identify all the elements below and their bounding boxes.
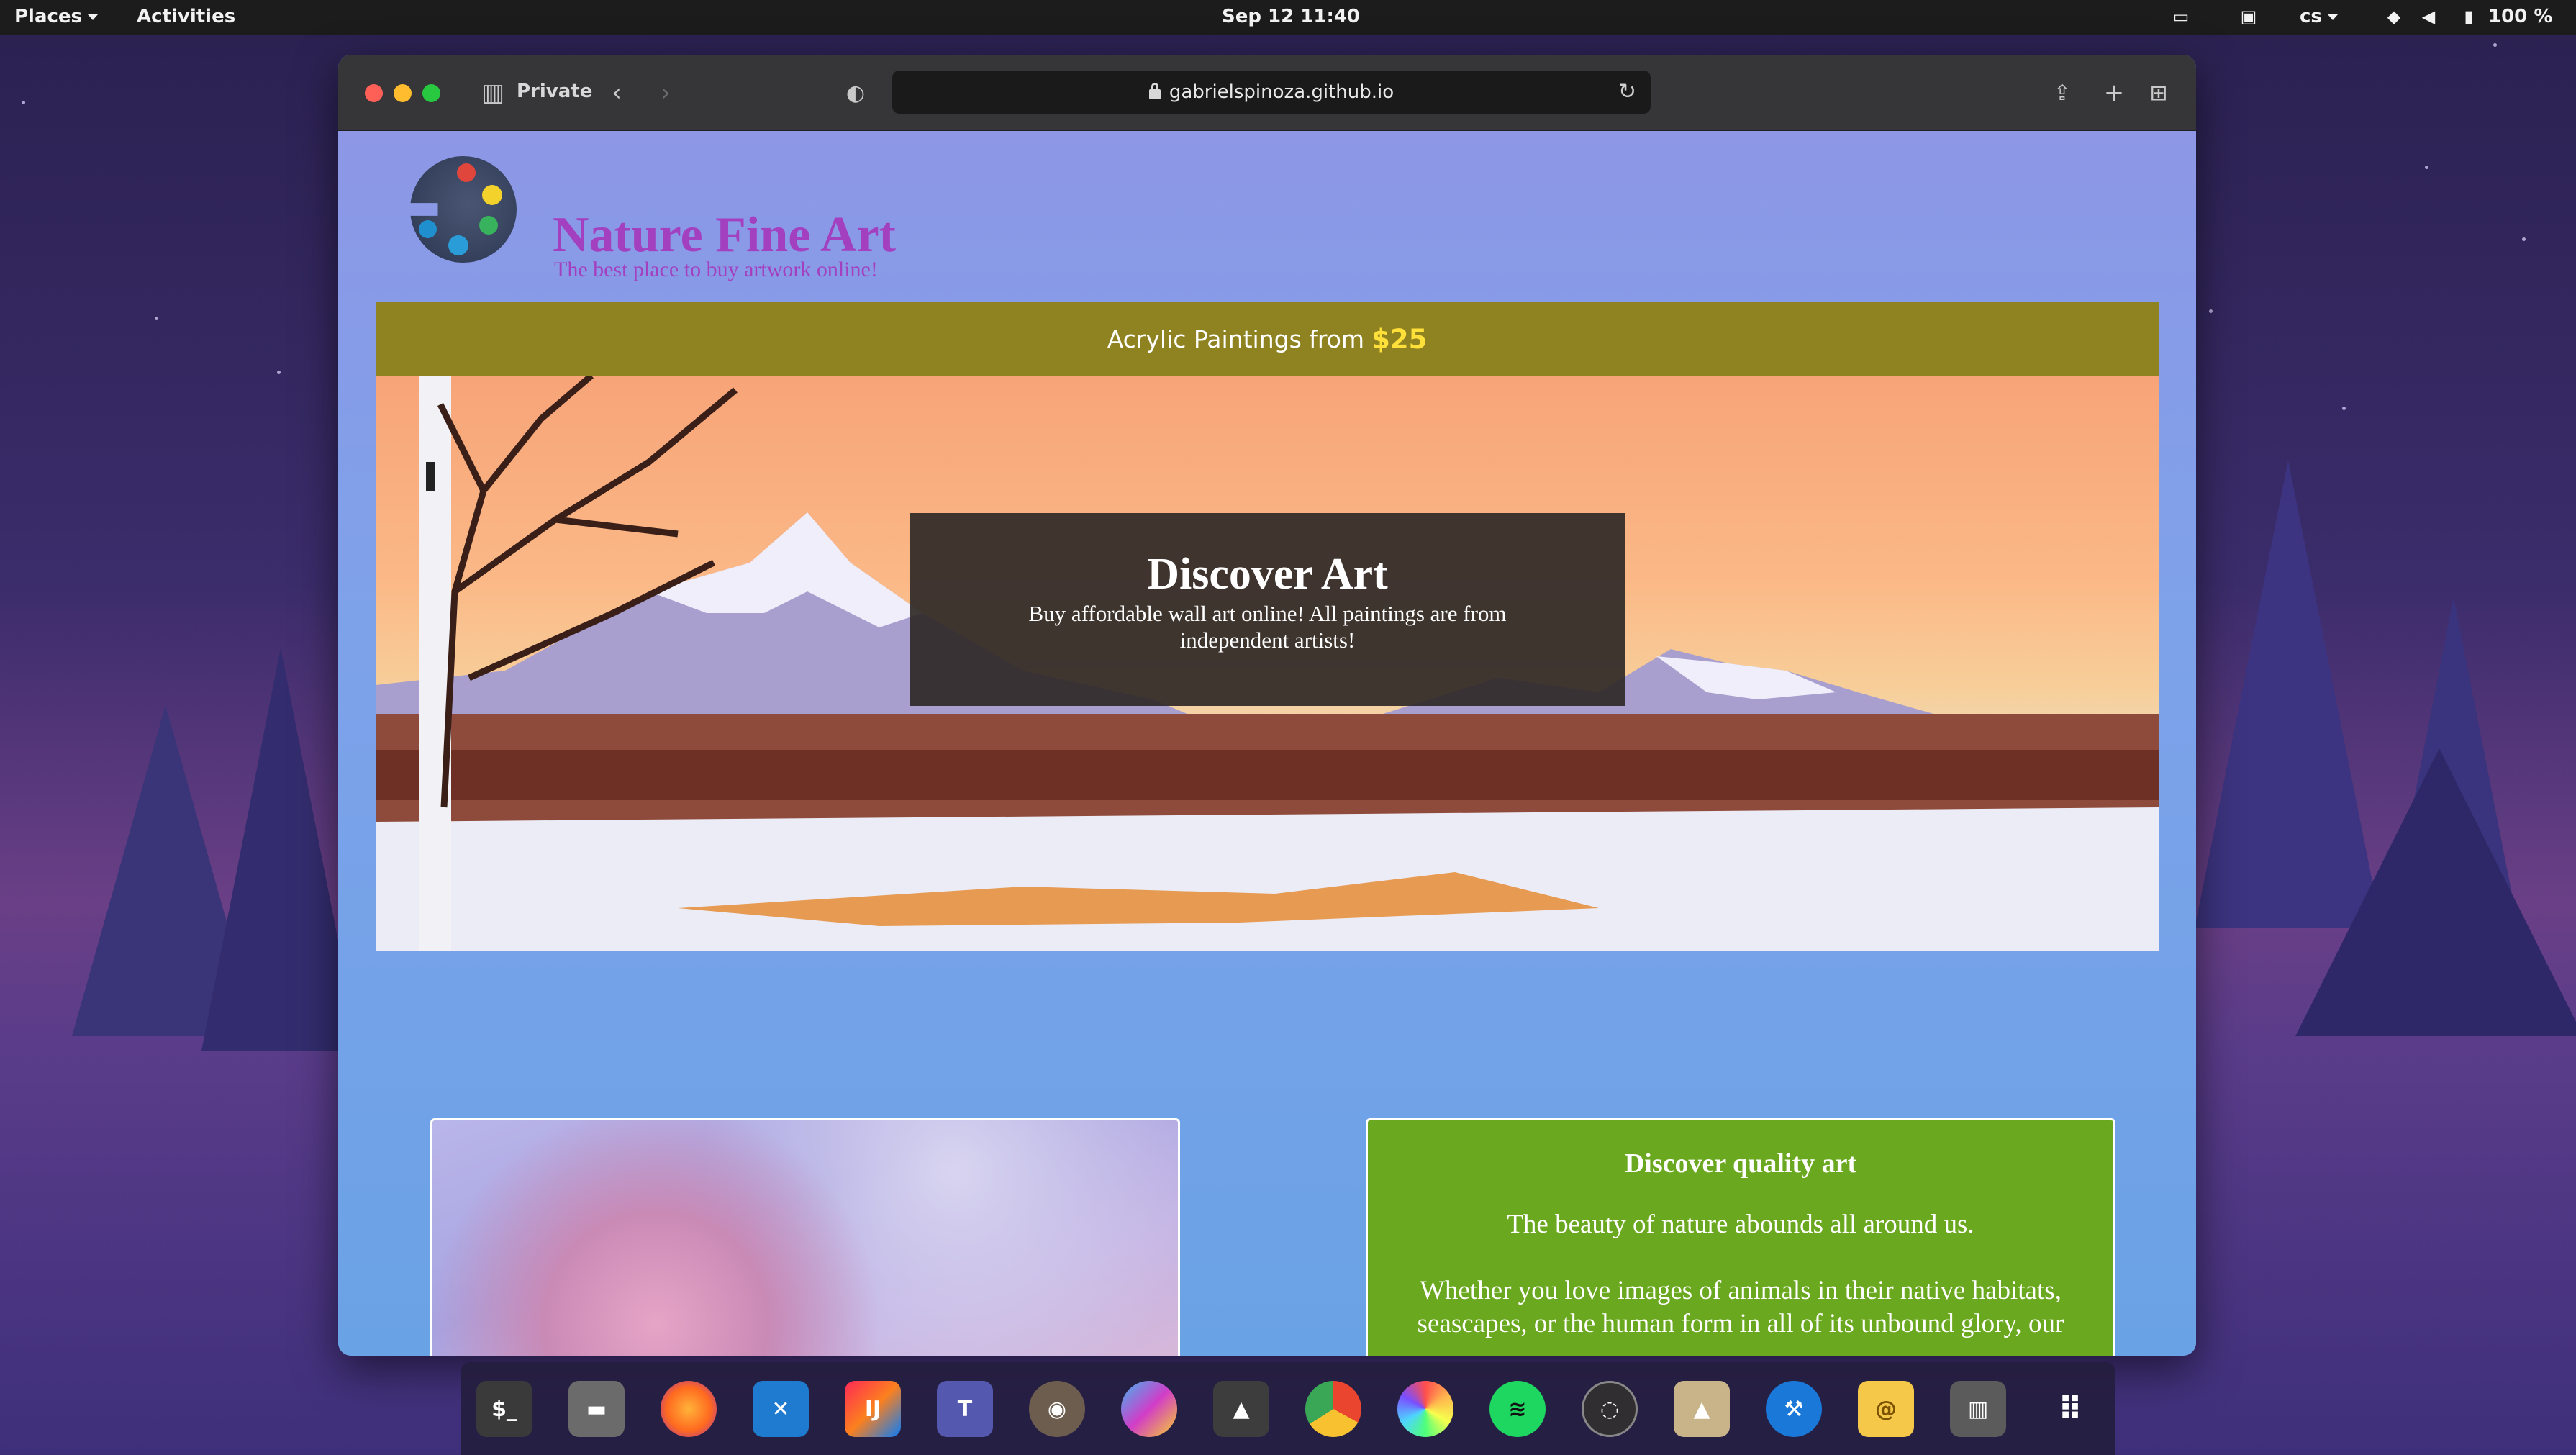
paint-dot-green	[479, 216, 498, 235]
forest-band-dark	[376, 750, 2159, 800]
new-tab-icon[interactable]: +	[2101, 76, 2127, 109]
browser-toolbar: ▥ Private ‹ › ◐ gabrielspinoza.github.io…	[338, 55, 2196, 131]
volume-icon[interactable]: ◀	[2418, 6, 2439, 27]
places-label: Places	[14, 6, 83, 27]
paint-dot-blue	[448, 235, 468, 255]
reload-icon[interactable]: ↻	[1618, 79, 1636, 104]
aperture-icon[interactable]	[1397, 1381, 1453, 1437]
launcher-icon[interactable]: ▲	[1674, 1381, 1730, 1437]
firefox-icon[interactable]	[661, 1381, 717, 1437]
close-window-button[interactable]	[365, 84, 383, 102]
address-bar[interactable]: gabrielspinoza.github.io ↻	[892, 71, 1651, 114]
promo-banner[interactable]: Acrylic Paintings from $25	[376, 302, 2159, 376]
privacy-shield-icon[interactable]: ◐	[843, 76, 868, 109]
dock: $_ ▬ ✕ IJ T ◉ ▲ ≋ ◌ ▲ ⚒ @ ▥ ⠿	[461, 1362, 2115, 1455]
lock-icon	[1148, 83, 1161, 99]
activities-button[interactable]: Activities	[137, 6, 235, 27]
private-label: Private	[517, 81, 593, 102]
birch-trunk	[419, 376, 451, 951]
app-grid-icon[interactable]: ⠿	[2042, 1381, 2098, 1437]
snow-ground	[376, 807, 2159, 951]
browser-window: ▥ Private ‹ › ◐ gabrielspinoza.github.io…	[338, 55, 2196, 1356]
forward-icon[interactable]: ›	[655, 76, 676, 109]
files-icon[interactable]: ▬	[568, 1381, 625, 1437]
language-indicator[interactable]: cs	[2300, 6, 2338, 27]
xcode-icon[interactable]: ⚒	[1766, 1381, 1822, 1437]
chevron-down-icon	[2327, 14, 2338, 20]
system-top-bar: Places Activities Sep 12 11:40 ▭ ▣ cs ◆ …	[0, 0, 2576, 35]
language-label: cs	[2300, 6, 2322, 27]
account-icon[interactable]: ▣	[2236, 6, 2261, 27]
sidebar-icon[interactable]: ▥	[478, 76, 508, 109]
promo-text: Acrylic Paintings from	[1107, 325, 1365, 353]
card-paragraph-1: The beauty of nature abounds all around …	[1507, 1210, 1974, 1239]
back-icon[interactable]: ‹	[606, 76, 627, 109]
hero-image: Discover Art Buy affordable wall art onl…	[376, 376, 2159, 951]
birch-trunk-marks	[426, 462, 435, 491]
inkscape-icon[interactable]: ▲	[1213, 1381, 1269, 1437]
gimp-icon[interactable]: ◉	[1029, 1381, 1085, 1437]
clock[interactable]: Sep 12 11:40	[1222, 6, 1360, 27]
obs-icon[interactable]: ◌	[1582, 1381, 1638, 1437]
teams-icon[interactable]: T	[937, 1381, 993, 1437]
paint-dot-yellow	[482, 185, 502, 205]
trash-icon[interactable]: ▥	[1950, 1381, 2006, 1437]
hero-text: Buy affordable wall art online! All pain…	[1028, 601, 1507, 653]
card-title: Discover quality art	[1624, 1148, 1857, 1179]
share-icon[interactable]: ⇪	[2049, 76, 2075, 109]
vscode-icon[interactable]: ✕	[753, 1381, 809, 1437]
quality-art-card: Discover quality art The beauty of natur…	[1366, 1118, 2115, 1356]
battery-percent[interactable]: 100 %	[2488, 6, 2552, 27]
intellij-icon[interactable]: IJ	[845, 1381, 901, 1437]
battery-icon[interactable]: ▮	[2461, 6, 2477, 27]
tab-overview-icon[interactable]: ⊞	[2146, 76, 2172, 109]
terminal-icon[interactable]: $_	[476, 1381, 532, 1437]
spotify-icon[interactable]: ≋	[1489, 1381, 1546, 1437]
krita-icon[interactable]	[1121, 1381, 1177, 1437]
chevron-down-icon	[88, 14, 99, 20]
minimize-window-button[interactable]	[394, 84, 412, 102]
card-paragraph-2: Whether you love images of animals in th…	[1417, 1276, 2064, 1338]
site-title[interactable]: Nature Fine Art	[553, 207, 896, 264]
places-menu[interactable]: Places	[14, 6, 99, 27]
wifi-icon[interactable]: ◆	[2383, 6, 2405, 27]
mail-icon[interactable]: @	[1858, 1381, 1914, 1437]
chromium-icon[interactable]	[1305, 1381, 1361, 1437]
web-page: Nature Fine Art The best place to buy ar…	[338, 131, 2196, 1356]
promo-price: $25	[1371, 323, 1428, 355]
paint-dot-cyan	[419, 220, 437, 238]
maximize-window-button[interactable]	[422, 84, 440, 102]
url-text: gabrielspinoza.github.io	[1169, 81, 1394, 103]
hero-overlay: Discover Art Buy affordable wall art onl…	[910, 513, 1625, 706]
flower-painting-card[interactable]	[430, 1118, 1180, 1356]
paint-dot-red	[457, 163, 476, 182]
screen-share-icon[interactable]: ▭	[2169, 6, 2193, 27]
site-tagline: The best place to buy artwork online!	[554, 258, 878, 281]
hero-title: Discover Art	[1147, 550, 1388, 599]
